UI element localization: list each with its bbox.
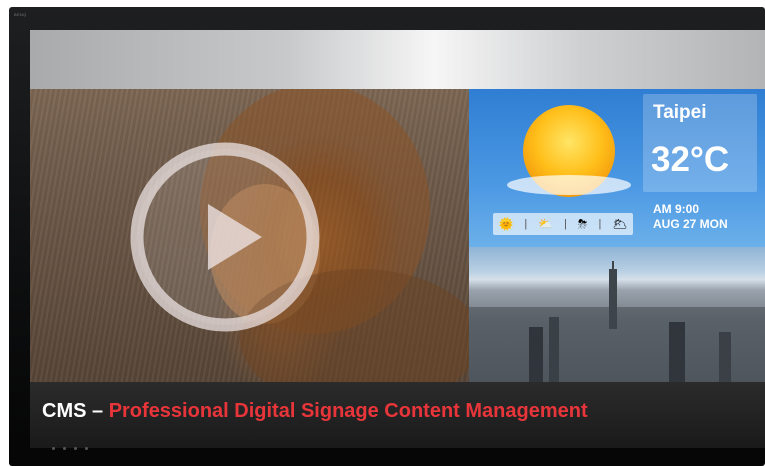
datetime: AM 9:00 AUG 27 MON	[653, 202, 728, 232]
separator: |	[598, 218, 602, 230]
play-icon[interactable]	[130, 142, 320, 332]
caption-bar: CMS – Professional Digital Signage Conte…	[30, 382, 765, 448]
monitor-control-buttons	[52, 447, 88, 450]
video-panel[interactable]	[30, 89, 469, 382]
cloudy-icon: 🌥	[612, 217, 628, 231]
partly-cloudy-icon: ⛅	[538, 217, 554, 231]
caption-prefix: CMS –	[42, 400, 104, 422]
monitor-button[interactable]	[52, 447, 55, 450]
caption-highlight: Professional Digital Signage Content Man…	[108, 400, 588, 422]
sun-icon: 🌞	[498, 217, 514, 231]
city-name: Taipei	[653, 102, 707, 123]
signage-screen: 🌞 | ⛅ | ⛈ | 🌥 Taipei 32°C AM 9:00 AUG 27…	[30, 30, 765, 448]
separator: |	[564, 218, 567, 230]
date: AUG 27 MON	[653, 217, 728, 231]
caption-text: CMS – Professional Digital Signage Conte…	[42, 400, 588, 423]
monitor-button[interactable]	[74, 447, 77, 450]
sun-icon	[507, 105, 631, 197]
forecast-strip: 🌞 | ⛅ | ⛈ | 🌥	[493, 213, 633, 235]
city-skyline-image	[469, 247, 765, 382]
monitor-button[interactable]	[85, 447, 88, 450]
weather-widget: 🌞 | ⛅ | ⛈ | 🌥 Taipei 32°C AM 9:00 AUG 27…	[469, 89, 765, 247]
display-monitor: BENQ 🌞 | ⛅ | ⛈ | 🌥 Taipei 32°C AM 9:00 A…	[9, 7, 765, 466]
temperature: 32°C	[651, 140, 730, 179]
top-banner	[30, 30, 765, 89]
separator: |	[524, 218, 528, 230]
skyline-graphic	[469, 261, 765, 382]
weather-info-card: Taipei 32°C	[643, 94, 757, 192]
rain-thunder-icon: ⛈	[577, 216, 588, 231]
monitor-brand: BENQ	[14, 12, 27, 17]
monitor-button[interactable]	[63, 447, 66, 450]
time: AM 9:00	[653, 202, 700, 216]
